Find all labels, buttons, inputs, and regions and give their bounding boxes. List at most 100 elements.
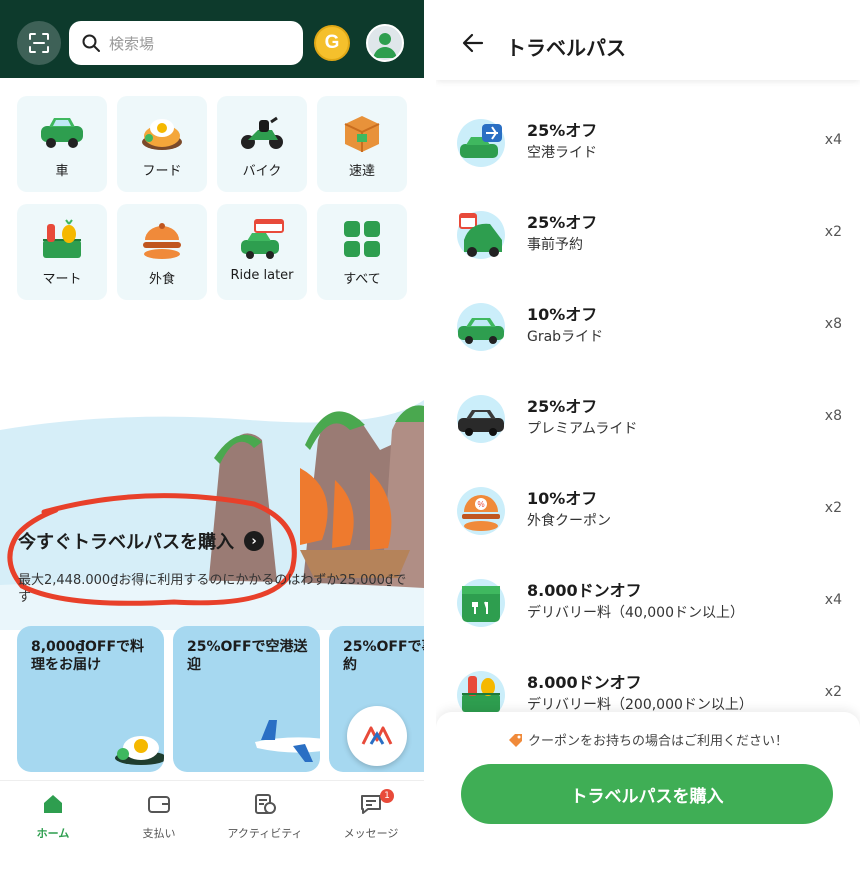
discount: 25%オフ bbox=[527, 397, 598, 416]
offer-card-food[interactable]: 8,000₫OFFで料理をお届け bbox=[17, 626, 164, 772]
service-label: フード bbox=[142, 164, 182, 179]
description: Grabライド bbox=[527, 329, 604, 345]
nav-messages[interactable]: 1 メッセージ bbox=[318, 789, 424, 841]
pass-item: % 10%オフ 外食クーポン x2 bbox=[436, 476, 860, 567]
search-icon bbox=[82, 34, 100, 52]
ride-later-icon bbox=[241, 219, 284, 259]
food-icon bbox=[142, 119, 182, 150]
car-icon bbox=[457, 303, 505, 351]
offer-card-airport[interactable]: 25%OFFで空港送迎 bbox=[173, 626, 320, 772]
food-plate-icon bbox=[115, 736, 164, 765]
nav-label: 支払い bbox=[142, 827, 176, 840]
chat-assistant-icon bbox=[361, 726, 393, 745]
rewards-coin[interactable]: G bbox=[314, 25, 350, 61]
svg-text:%: % bbox=[477, 500, 484, 509]
service-tile-food[interactable]: フード bbox=[117, 96, 207, 192]
avatar[interactable] bbox=[366, 24, 404, 62]
delivery-bag-icon bbox=[457, 579, 505, 627]
all-services-icon bbox=[344, 221, 380, 257]
back-arrow-icon[interactable] bbox=[460, 30, 486, 56]
coupon-hint: クーポンをお持ちの場合はご利用ください！ bbox=[436, 730, 860, 749]
grabpay-fab[interactable] bbox=[347, 706, 407, 766]
quantity: x4 bbox=[824, 592, 842, 608]
pass-item: 25%オフ 空港ライド x4 bbox=[436, 108, 860, 199]
promo-title[interactable]: 今すぐトラベルパスを購入 › bbox=[18, 528, 264, 554]
offer-card-text: 25%OFFで空港送迎 bbox=[187, 639, 308, 673]
nav-label: ホーム bbox=[36, 827, 70, 840]
travel-pass-banner[interactable]: 今すぐトラベルパスを購入 › 最大2,448.000₫お得に利用するのにかかるの… bbox=[0, 330, 424, 780]
pass-item: 25%オフ 事前予約 x2 bbox=[436, 200, 860, 291]
home-screen: 検索場 G 車 フード バイク 速達 マート 外食 Ride later すべて… bbox=[0, 0, 424, 880]
service-label: マート bbox=[42, 272, 82, 287]
wallet-icon bbox=[148, 796, 170, 813]
divider bbox=[424, 0, 436, 880]
promo-title-text: 今すぐトラベルパスを購入 bbox=[18, 532, 234, 553]
parcel-icon bbox=[344, 116, 380, 152]
nav-label: アクティビティ bbox=[227, 827, 303, 840]
service-tile-ride-later[interactable]: Ride later bbox=[217, 204, 307, 300]
quantity: x2 bbox=[824, 684, 842, 700]
airport-car-icon bbox=[457, 119, 505, 167]
offer-card-text: 25%OFFで事前予約 bbox=[343, 639, 424, 673]
description: プレミアムライド bbox=[527, 421, 638, 437]
quantity: x4 bbox=[824, 132, 842, 148]
search-placeholder: 検索場 bbox=[109, 34, 155, 53]
avatar-icon bbox=[373, 33, 397, 58]
nav-home[interactable]: ホーム bbox=[0, 793, 106, 841]
service-label: Ride later bbox=[230, 268, 294, 283]
home-icon bbox=[44, 795, 62, 813]
scan-button[interactable] bbox=[17, 21, 61, 65]
service-tile-dine-out[interactable]: 外食 bbox=[117, 204, 207, 300]
service-label: 外食 bbox=[148, 272, 175, 287]
service-tile-car[interactable]: 車 bbox=[17, 96, 107, 192]
offer-card-text: 8,000₫OFFで料理をお届け bbox=[31, 639, 145, 673]
car-icon bbox=[41, 118, 83, 148]
scan-icon bbox=[29, 33, 49, 53]
discount: 8.000ドンオフ bbox=[527, 581, 642, 600]
activity-icon bbox=[255, 794, 276, 814]
coupon-hint-text: クーポンをお持ちの場合はご利用ください！ bbox=[527, 734, 788, 749]
tag-icon bbox=[508, 734, 522, 747]
dine-out-icon bbox=[143, 223, 181, 259]
service-label: 車 bbox=[55, 164, 69, 179]
page-title: トラベルパス bbox=[506, 36, 626, 60]
search-bar[interactable]: 検索場 bbox=[69, 21, 303, 65]
quantity: x8 bbox=[824, 408, 842, 424]
service-tile-mart[interactable]: マート bbox=[17, 204, 107, 300]
mart-icon bbox=[43, 219, 81, 258]
service-label: すべて bbox=[343, 272, 381, 287]
quantity: x2 bbox=[824, 500, 842, 516]
service-label: バイク bbox=[242, 164, 282, 179]
discount: 10%オフ bbox=[527, 489, 598, 508]
premium-car-icon bbox=[457, 395, 505, 443]
service-tile-bike[interactable]: バイク bbox=[217, 96, 307, 192]
nav-payment[interactable]: 支払い bbox=[106, 793, 212, 841]
airplane-icon bbox=[255, 720, 320, 762]
travel-pass-screen: トラベルパス 25%オフ 空港ライド x4 25%オフ 事前予約 x2 10%オ… bbox=[436, 0, 860, 880]
service-tile-all[interactable]: すべて bbox=[317, 204, 407, 300]
discount: 8.000ドンオフ bbox=[527, 673, 642, 692]
buy-travel-pass-button[interactable]: トラベルパスを購入 bbox=[461, 764, 833, 824]
discount: 10%オフ bbox=[527, 305, 598, 324]
hand-drawn-highlight bbox=[7, 493, 297, 606]
description: デリバリー料（40,000ドン以上） bbox=[527, 605, 744, 621]
description: デリバリー料（200,000ドン以上） bbox=[527, 697, 753, 713]
bike-icon bbox=[241, 116, 283, 149]
quantity: x2 bbox=[824, 224, 842, 240]
nav-label: メッセージ bbox=[343, 827, 399, 840]
purchase-footer: クーポンをお持ちの場合はご利用ください！ トラベルパスを購入 bbox=[436, 712, 860, 880]
offer-card-scheduled[interactable]: 25%OFFで事前予約 bbox=[329, 626, 424, 772]
dine-out-icon: % bbox=[457, 487, 505, 535]
pass-item: 8.000ドンオフ デリバリー料（40,000ドン以上） x4 bbox=[436, 568, 860, 659]
bottom-nav: ホーム 支払い アクティビティ 1 メッセージ bbox=[0, 780, 424, 880]
top-bar: 検索場 G bbox=[0, 0, 424, 78]
discount: 25%オフ bbox=[527, 213, 598, 232]
discount: 25%オフ bbox=[527, 121, 598, 140]
unread-badge: 1 bbox=[380, 789, 394, 803]
scheduled-car-icon bbox=[457, 211, 505, 259]
service-label: 速達 bbox=[348, 164, 375, 179]
service-tile-express[interactable]: 速達 bbox=[317, 96, 407, 192]
pass-item: 10%オフ Grabライド x8 bbox=[436, 292, 860, 383]
chevron-right-icon: › bbox=[244, 531, 264, 551]
nav-activity[interactable]: アクティビティ bbox=[212, 793, 318, 841]
